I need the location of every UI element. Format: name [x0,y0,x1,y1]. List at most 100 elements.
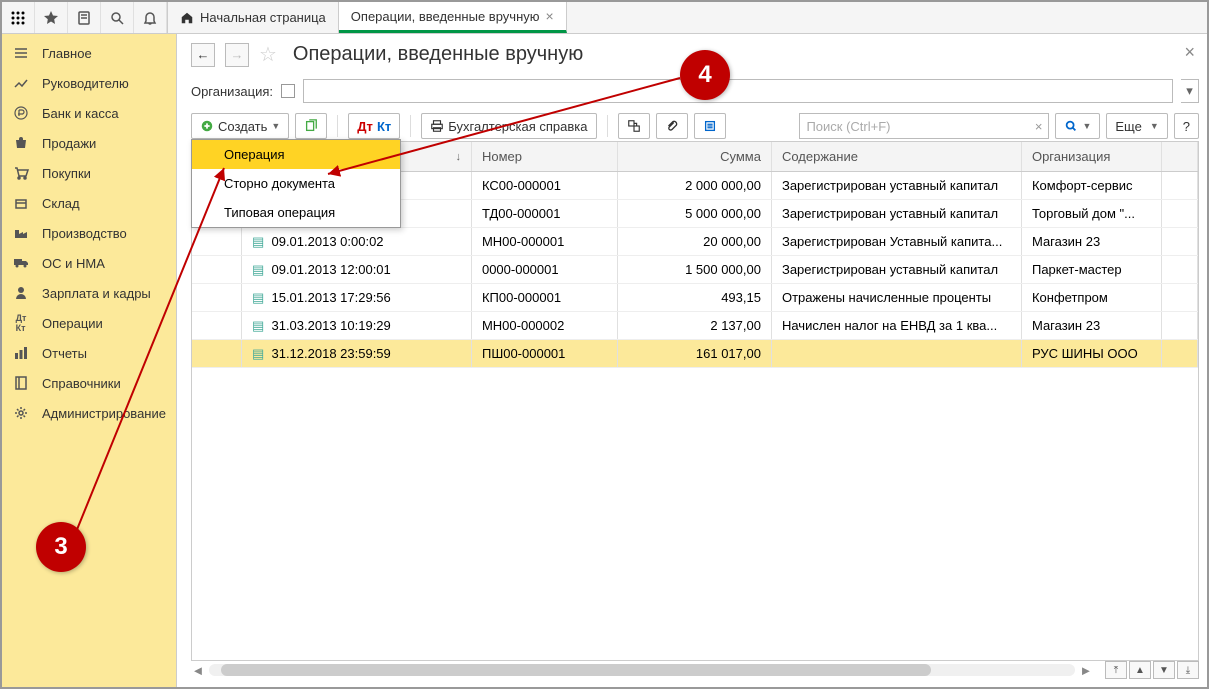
sidebar-item-production[interactable]: Производство [2,218,176,248]
ruble-icon [12,104,30,122]
help-button[interactable]: ? [1174,113,1199,139]
scroll-right-icon[interactable]: ► [1079,663,1093,678]
history-icon[interactable] [68,2,101,33]
search-clear-icon[interactable]: × [1035,119,1043,134]
table-row[interactable]: ▤ 15.01.2013 17:29:56КП00-000001493,15От… [192,284,1198,312]
back-button[interactable]: ← [191,43,215,67]
col-org[interactable]: Организация [1022,142,1162,171]
cell-sum: 1 500 000,00 [618,256,772,283]
dtkt-button[interactable]: ДтКт [348,113,400,139]
scroll-top-button[interactable]: ⤒ [1105,661,1127,679]
scroll-bottom-button[interactable]: ⤓ [1177,661,1199,679]
book-icon [12,374,30,392]
sidebar-item-admin[interactable]: Администрирование [2,398,176,428]
copy-button[interactable] [295,113,327,139]
col-content[interactable]: Содержание [772,142,1022,171]
horizontal-scrollbar: ◄ ► ⤒ ▲ ▼ ⤓ [191,661,1199,679]
search-icon[interactable] [101,2,134,33]
sidebar-item-operations[interactable]: ДтКтОперации [2,308,176,338]
sidebar-label: Продажи [42,136,96,151]
scroll-track[interactable] [209,664,1075,676]
sidebar-item-references[interactable]: Справочники [2,368,176,398]
forward-button[interactable]: → [225,43,249,67]
tab-operations[interactable]: Операции, введенные вручную × [339,2,567,33]
cell-content: Начислен налог на ЕНВД за 1 ква... [772,312,1022,339]
cell-date: ▤ 09.01.2013 12:00:01 [242,256,472,283]
cell-org: Конфетпром [1022,284,1162,311]
main-area: ← → ☆ Операции, введенные вручную × Орга… [177,34,1209,687]
factory-icon [12,224,30,242]
sidebar-label: Покупки [42,166,91,181]
cell-sum: 2 000 000,00 [618,172,772,199]
col-number[interactable]: Номер [472,142,618,171]
cell-number: ПШ00-000001 [472,340,618,367]
bell-icon[interactable] [134,2,167,33]
table-row[interactable]: ▤ 31.12.2018 23:59:59ПШ00-000001161 017,… [192,340,1198,368]
sidebar-item-manager[interactable]: Руководителю [2,68,176,98]
create-button[interactable]: Создать ▼ [191,113,289,139]
dropdown-item-typical[interactable]: Типовая операция [192,198,400,227]
truck-icon [12,254,30,272]
sidebar-label: Руководителю [42,76,129,91]
person-icon [12,284,30,302]
cell-org: Магазин 23 [1022,312,1162,339]
sidebar-label: Справочники [42,376,121,391]
cell-sum: 161 017,00 [618,340,772,367]
favorite-star-icon[interactable]: ☆ [259,42,277,67]
org-label: Организация: [191,84,273,99]
scroll-up-button[interactable]: ▲ [1129,661,1151,679]
find-button[interactable]: ▼ [1055,113,1100,139]
dropdown-item-storno[interactable]: Сторно документа [192,169,400,198]
print-button[interactable]: Бухгалтерская справка [421,113,596,139]
org-input[interactable] [303,79,1173,103]
more-button[interactable]: Еще▼ [1106,113,1167,139]
search-box[interactable]: × [799,113,1049,139]
box-icon [12,194,30,212]
apps-icon[interactable] [2,2,35,33]
sort-icon: ↓ [455,151,461,163]
bag-icon [12,134,30,152]
cell-content: Зарегистрирован уставный капитал [772,172,1022,199]
tab-close-icon[interactable]: × [546,8,554,24]
chevron-down-icon: ▼ [271,121,280,131]
scroll-down-button[interactable]: ▼ [1153,661,1175,679]
col-sum[interactable]: Сумма [618,142,772,171]
bars-icon [12,344,30,362]
sidebar-item-purchases[interactable]: Покупки [2,158,176,188]
related-button[interactable] [618,113,650,139]
cell-content: Зарегистрирован уставный капитал [772,200,1022,227]
col-extra[interactable] [1162,142,1198,171]
cart-icon [12,164,30,182]
table-row[interactable]: ▤ 09.01.2013 0:00:02МН00-00000120 000,00… [192,228,1198,256]
cell-org: Магазин 23 [1022,228,1162,255]
menu-icon [12,44,30,62]
list-button[interactable] [694,113,726,139]
cell-number: 0000-000001 [472,256,618,283]
cell-date: ▤ 31.12.2018 23:59:59 [242,340,472,367]
tab-home-label: Начальная страница [200,10,326,25]
cell-number: КП00-000001 [472,284,618,311]
sidebar-item-bank[interactable]: Банк и касса [2,98,176,128]
sidebar-item-salary[interactable]: Зарплата и кадры [2,278,176,308]
gear-icon [12,404,30,422]
scroll-left-icon[interactable]: ◄ [191,663,205,678]
dropdown-item-operation[interactable]: Операция [192,140,400,169]
cell-number: МН00-000001 [472,228,618,255]
tab-bar: Начальная страница Операции, введенные в… [168,2,567,33]
cell-content: Зарегистрирован Уставный капита... [772,228,1022,255]
tab-home[interactable]: Начальная страница [168,2,339,33]
sidebar-item-assets[interactable]: ОС и НМА [2,248,176,278]
scroll-thumb[interactable] [221,664,931,676]
table-row[interactable]: ▤ 09.01.2013 12:00:010000-0000011 500 00… [192,256,1198,284]
sidebar-item-warehouse[interactable]: Склад [2,188,176,218]
org-dropdown-icon[interactable]: ▾ [1181,79,1199,103]
table-row[interactable]: ▤ 31.03.2013 10:19:29МН00-0000022 137,00… [192,312,1198,340]
close-icon[interactable]: × [1184,42,1195,63]
attach-button[interactable] [656,113,688,139]
search-input[interactable] [806,119,1042,134]
star-icon[interactable] [35,2,68,33]
org-checkbox[interactable] [281,84,295,98]
sidebar-item-sales[interactable]: Продажи [2,128,176,158]
sidebar-item-reports[interactable]: Отчеты [2,338,176,368]
sidebar-item-main[interactable]: Главное [2,38,176,68]
